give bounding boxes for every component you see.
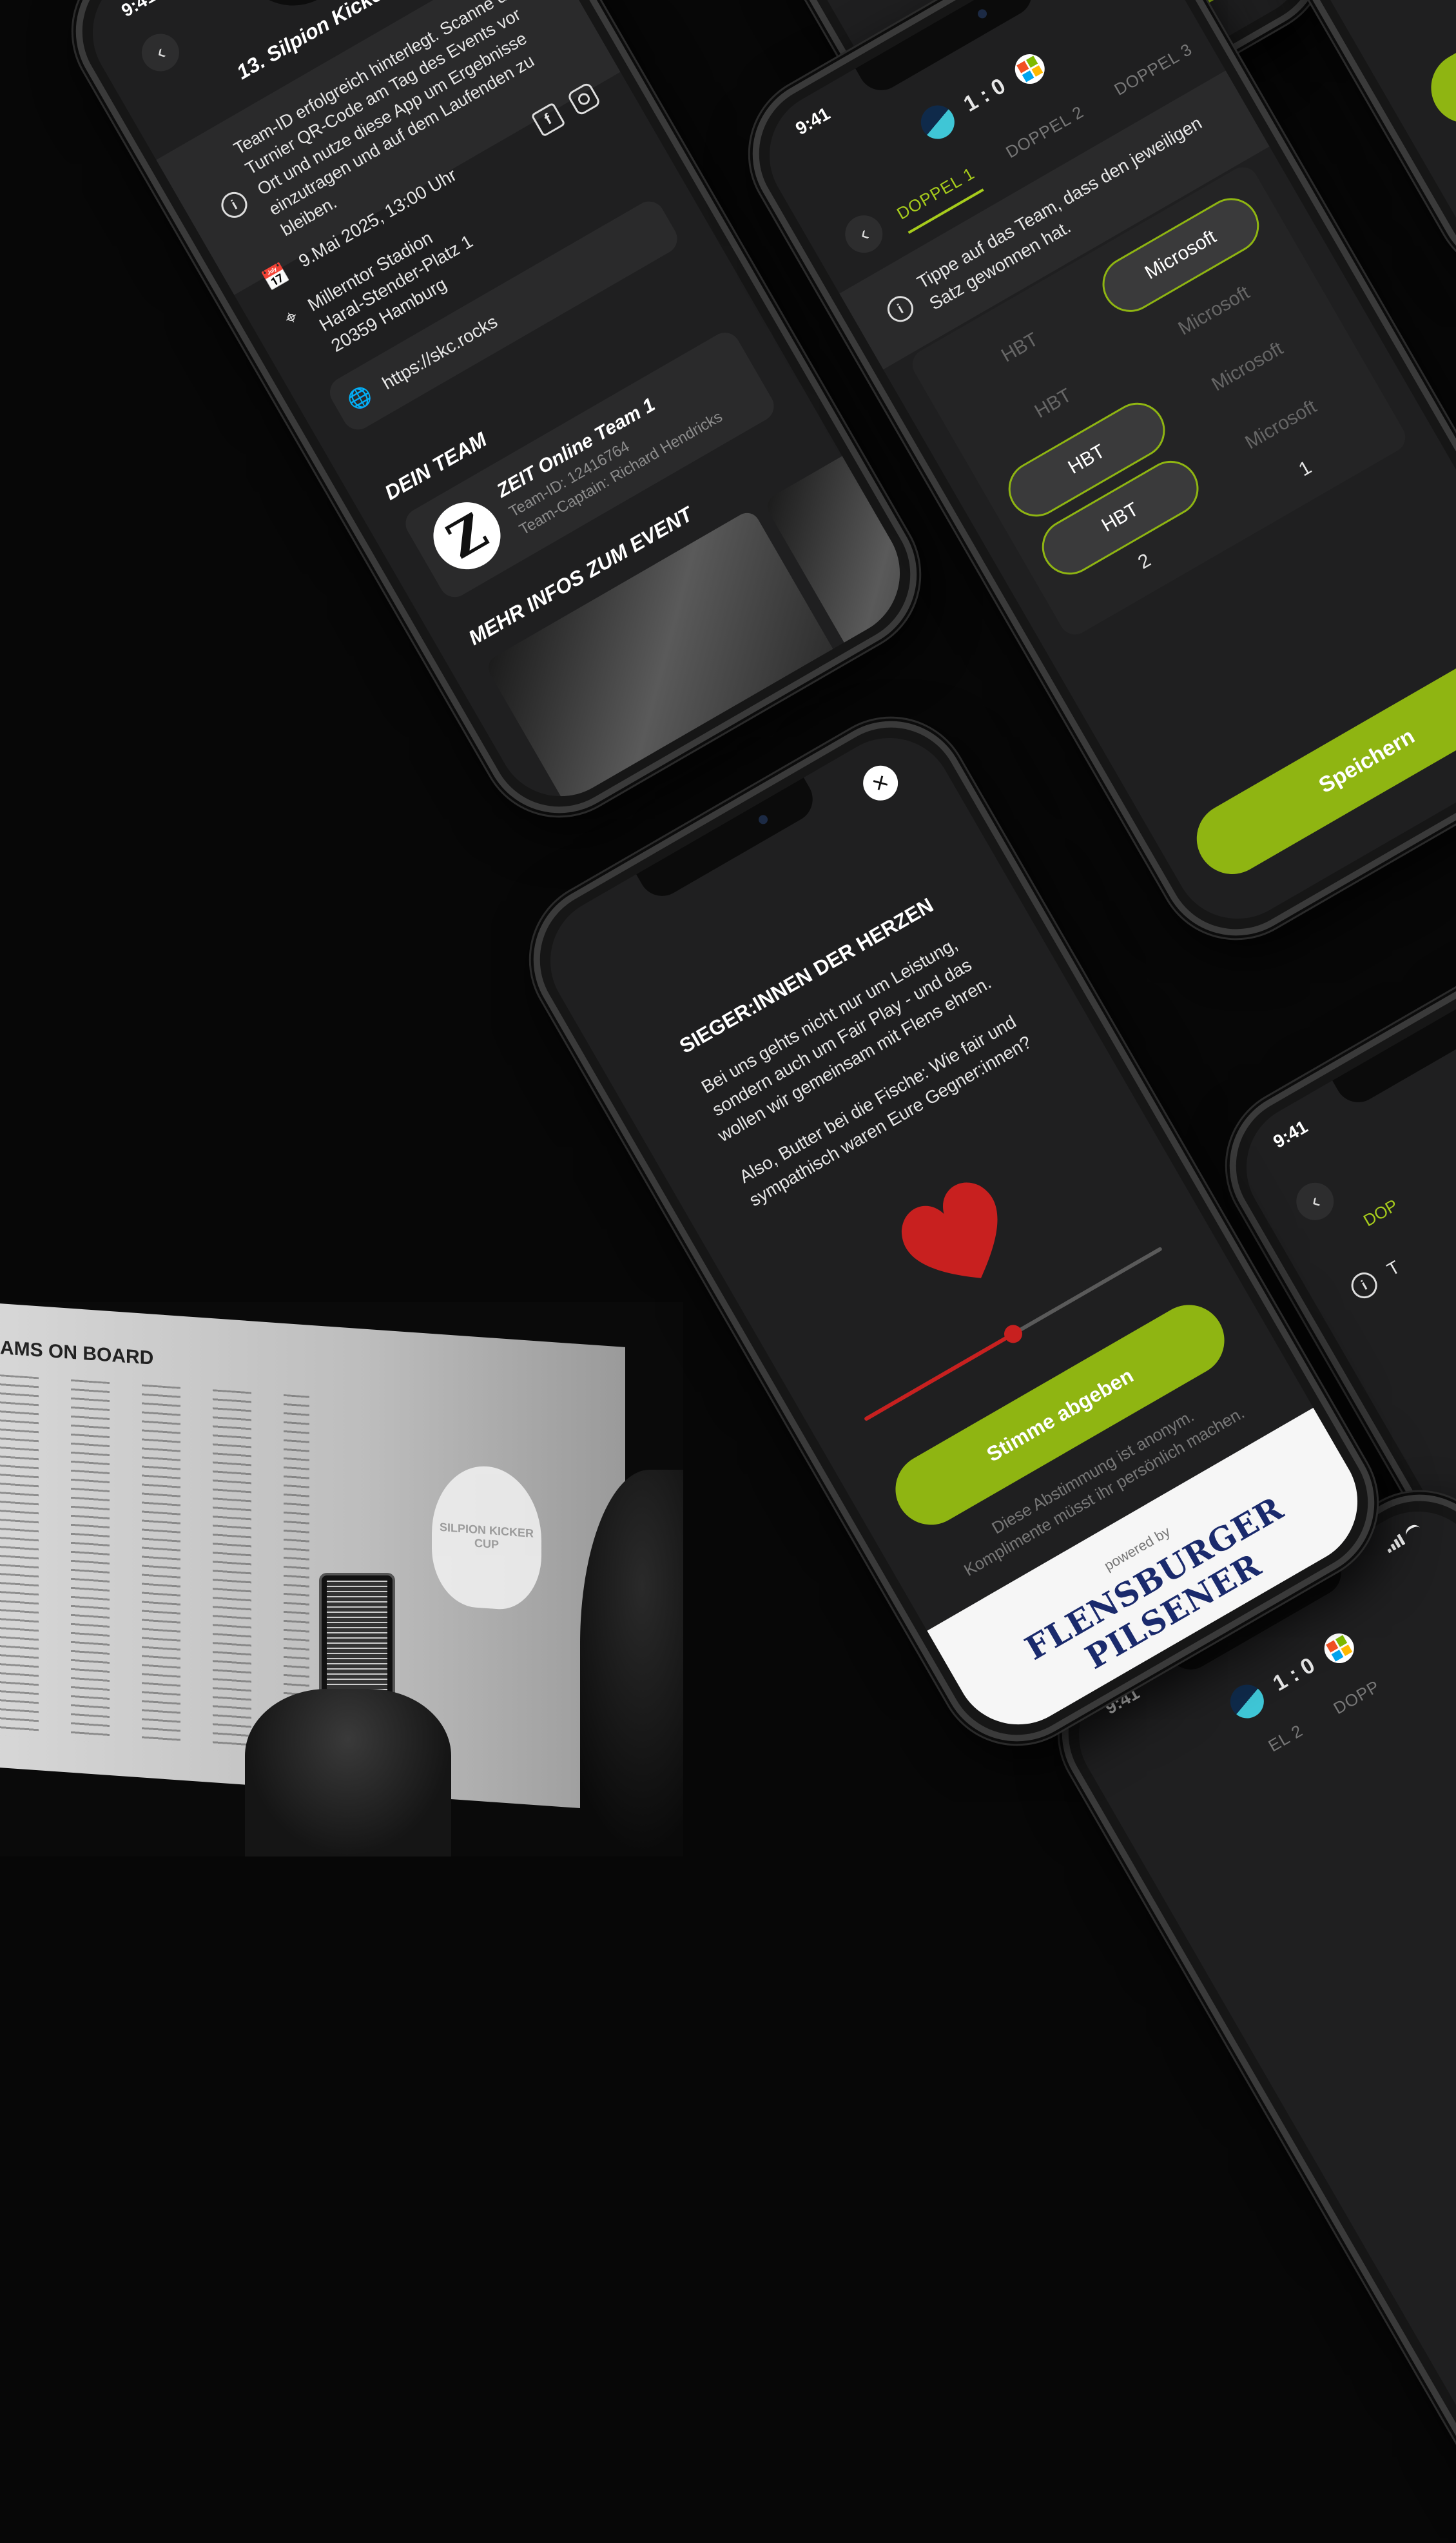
microsoft-logo-icon — [1009, 48, 1051, 90]
camera-icon — [757, 813, 770, 826]
team-logo-icon — [1224, 1679, 1270, 1725]
globe-icon: 🌐 — [344, 383, 376, 414]
status-time: 9:41 — [791, 103, 834, 139]
status-time: 9:41 — [1269, 1116, 1312, 1152]
kicker-cup-badge: SILPION KICKER CUP — [432, 1462, 541, 1612]
slider-thumb[interactable] — [1000, 1321, 1026, 1347]
wifi-icon — [1403, 1522, 1424, 1541]
partial-lime-button-2[interactable] — [1418, 0, 1456, 137]
info-icon: i — [882, 291, 918, 327]
back-button[interactable]: ‹ — [1289, 1176, 1341, 1227]
event-photo-board: AMS ON BOARD SILPION KICKER CUP — [0, 1302, 683, 1856]
score: 1 : 0 — [1268, 1652, 1319, 1696]
microsoft-logo-icon — [1319, 1628, 1360, 1669]
location-pin-icon: ⌖ — [280, 304, 302, 331]
tab-partial[interactable]: DOP — [1360, 1195, 1401, 1231]
tab-doppel-2-partial[interactable]: EL 2 — [1265, 1720, 1311, 1764]
info-icon: i — [1346, 1267, 1382, 1303]
score: 1 : 0 — [959, 73, 1010, 117]
signal-icon — [1383, 1533, 1406, 1554]
hands — [245, 1689, 451, 1856]
back-button[interactable]: ‹ — [135, 26, 186, 79]
team-id: Team-ID: 12416764 — [506, 438, 633, 521]
tab-doppel-3-partial[interactable]: DOPP — [1330, 1676, 1388, 1726]
back-button[interactable]: ‹ — [838, 208, 889, 260]
close-icon: × — [866, 766, 894, 799]
board-title: AMS ON BOARD — [0, 1337, 154, 1369]
status-time: 9:41 — [117, 0, 160, 21]
team-list-lines — [0, 1374, 309, 1757]
info-text-partial: T — [1383, 1256, 1404, 1280]
info-row-partial: i T — [1346, 1254, 1404, 1303]
save-button[interactable]: Speichern — [1183, 634, 1456, 888]
info-icon: i — [217, 187, 252, 223]
team-logo: Z — [421, 490, 513, 582]
slider-fill — [864, 1332, 1014, 1421]
team-logo-icon — [915, 99, 961, 146]
close-button[interactable]: × — [857, 759, 905, 807]
heart-icon — [901, 1182, 998, 1278]
